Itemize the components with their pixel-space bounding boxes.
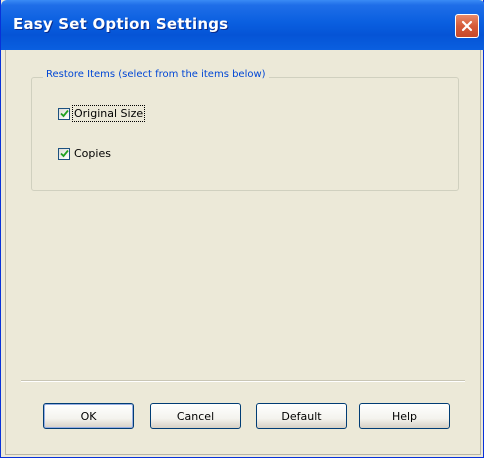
default-button[interactable]: Default <box>256 403 347 429</box>
ok-button[interactable]: OK <box>43 403 134 429</box>
copies-checkbox[interactable] <box>58 147 70 160</box>
cancel-button[interactable]: Cancel <box>150 403 241 429</box>
title-bar[interactable]: Easy Set Option Settings <box>1 0 484 50</box>
button-separator <box>21 380 465 382</box>
copies-option[interactable]: Copies <box>58 147 111 160</box>
help-button[interactable]: Help <box>359 403 450 429</box>
original-size-checkbox[interactable] <box>58 107 70 120</box>
original-size-label[interactable]: Original Size <box>71 105 146 122</box>
checkmark-icon <box>59 109 69 118</box>
checkmark-icon <box>59 149 69 158</box>
close-button[interactable] <box>455 14 479 38</box>
close-icon <box>461 20 473 32</box>
restore-items-groupbox <box>31 77 459 191</box>
copies-label[interactable]: Copies <box>74 147 111 160</box>
dialog-window: Easy Set Option Settings Restore Items (… <box>0 0 484 458</box>
groupbox-legend: Restore Items (select from the items bel… <box>43 69 269 80</box>
dialog-title: Easy Set Option Settings <box>13 15 229 33</box>
original-size-option[interactable]: Original Size <box>58 105 146 122</box>
